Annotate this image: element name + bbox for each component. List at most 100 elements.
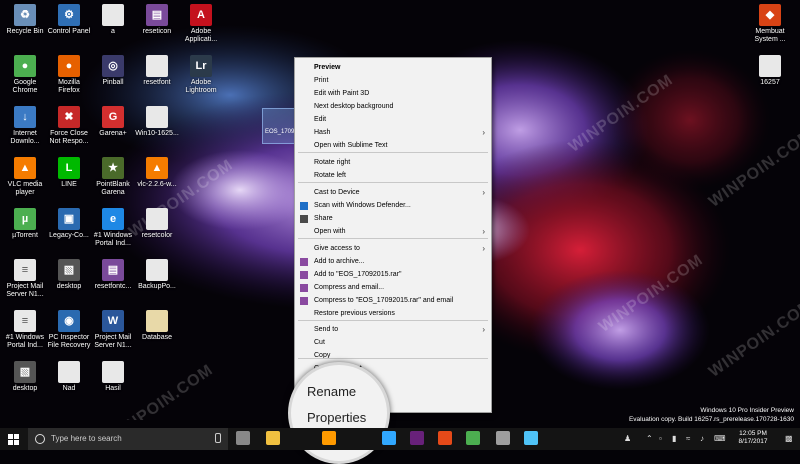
desktop-icon-label: Adobe Lightroom	[185, 79, 217, 94]
desktop-icon[interactable]: ↓ Internet Downlo...	[3, 106, 47, 146]
photoshop-icon[interactable]	[382, 431, 396, 445]
desktop-icon[interactable]: ◉ PC Inspector File Recovery	[47, 310, 91, 350]
desktop-icon[interactable]: ▧ desktop	[3, 361, 47, 393]
menu-item-rename[interactable]: Rename	[307, 384, 356, 399]
desktop-icon-label: Adobe Applicati...	[184, 28, 218, 43]
menu-item-cast-to-device[interactable]: Cast to Device ›	[295, 187, 491, 200]
desktop-icon[interactable]: Nad	[47, 361, 91, 393]
file-icon	[759, 55, 781, 77]
desktop-icon[interactable]: G Garena+	[91, 106, 135, 138]
desktop-icon[interactable]: ◎ Pinball	[91, 55, 135, 87]
visual-studio-icon[interactable]	[410, 431, 424, 445]
menu-item-print[interactable]: Print	[295, 75, 491, 88]
desktop-icon[interactable]: BackupPo...	[135, 259, 179, 291]
recycle-bin-icon: ♻	[14, 4, 36, 26]
people-icon[interactable]: ♟	[624, 434, 631, 443]
taskbar-search-box[interactable]: Type here to search	[28, 428, 228, 450]
desktop-icon[interactable]: ▲ vlc-2.2.6-w...	[135, 157, 179, 189]
menu-item-compress-to-eos-17092015-rar-and-email[interactable]: Compress to "EOS_17092015.rar" and email	[295, 295, 491, 308]
chevron-up-icon[interactable]: ⌃	[646, 434, 653, 443]
menu-item-scan-with-windows-defender[interactable]: Scan with Windows Defender...	[295, 200, 491, 213]
desktop-icon-label: Control Panel	[47, 28, 91, 35]
desktop-icon[interactable]: Hasil	[91, 361, 135, 393]
winrar-icon	[300, 297, 308, 305]
desktop-icon[interactable]: ♻ Recycle Bin	[3, 4, 47, 36]
tray-app-icon[interactable]: ▫	[659, 434, 662, 443]
menu-item-preview[interactable]: Preview	[295, 62, 491, 75]
menu-item-send-to[interactable]: Send to ›	[295, 324, 491, 337]
lightroom-icon: Lr	[190, 55, 212, 77]
taskbar-clock[interactable]: 12:05 PM 8/17/2017	[730, 430, 776, 446]
desktop-icon[interactable]: Lr Adobe Lightroom	[179, 55, 223, 95]
desktop-icon[interactable]: L LINE	[47, 157, 91, 189]
desktop-icon[interactable]: W Project Mail Server N1...	[91, 310, 135, 350]
desktop-icon[interactable]: Win10-1625...	[135, 106, 179, 138]
menu-item-hash[interactable]: Hash ›	[295, 127, 491, 140]
desktop-icon[interactable]: ▤ reseticon	[135, 4, 179, 36]
desktop-icon[interactable]: Database	[135, 310, 179, 342]
desktop-icon[interactable]: ▣ Legacy-Co...	[47, 208, 91, 240]
network-icon[interactable]	[496, 431, 510, 445]
desktop-icon[interactable]: ▤ resetfontc...	[91, 259, 135, 291]
chrome-icon[interactable]	[466, 431, 480, 445]
context-menu: Preview Print Edit with Paint 3D Next deskt…	[294, 57, 492, 413]
desktop-icon-label: Mozilla Firefox	[58, 79, 80, 94]
file-icon	[146, 208, 168, 230]
desktop-icon[interactable]: ≡ Project Mail Server N1...	[3, 259, 47, 299]
firefox-icon: ●	[58, 55, 80, 77]
desktop-icon[interactable]: ● Google Chrome	[3, 55, 47, 95]
menu-item-label: Compress to "EOS_17092015.rar" and email	[314, 297, 454, 304]
keyboard-icon[interactable]: ⌨	[714, 434, 726, 443]
desktop-icon[interactable]: a	[91, 4, 135, 36]
desktop-icon[interactable]: resetcolor	[135, 208, 179, 240]
screenshot-icon[interactable]	[524, 431, 538, 445]
desktop-icon[interactable]: ◆ Membuat System ...	[748, 4, 792, 44]
document-icon: ≡	[14, 259, 36, 281]
menu-item-add-to-archive[interactable]: Add to archive...	[295, 256, 491, 269]
desktop-icon[interactable]: µ µTorrent	[3, 208, 47, 240]
adobe-icon: A	[190, 4, 212, 26]
menu-item-compress-and-email[interactable]: Compress and email...	[295, 282, 491, 295]
menu-item-label: Open with	[314, 228, 346, 235]
desktop-icon[interactable]: ✖ Force Close Not Respo...	[47, 106, 91, 146]
desktop-icon-label: LINE	[61, 181, 77, 188]
menu-item-edit-with-paint-3d[interactable]: Edit with Paint 3D	[295, 88, 491, 101]
menu-item-edit[interactable]: Edit	[295, 114, 491, 127]
desktop-icon[interactable]: ▲ VLC media player	[3, 157, 47, 197]
menu-item-add-to-eos-17092015-rar[interactable]: Add to "EOS_17092015.rar"	[295, 269, 491, 282]
desktop-icon[interactable]: resetfont	[135, 55, 179, 87]
desktop-icon[interactable]: ★ PointBlank Garena	[91, 157, 135, 197]
menu-item-cut[interactable]: Cut	[295, 337, 491, 350]
menu-item-give-access-to[interactable]: Give access to ›	[295, 243, 491, 256]
wifi-icon[interactable]: ≈	[686, 434, 690, 443]
volume-icon[interactable]: ♪	[700, 434, 704, 443]
desktop-icon[interactable]: A Adobe Applicati...	[179, 4, 223, 44]
desktop-icon-label: Pinball	[102, 79, 124, 86]
action-center-icon[interactable]: ▩	[785, 434, 793, 443]
menu-item-copy[interactable]: Copy	[295, 350, 491, 363]
desktop-icon[interactable]: ≡ #1 Windows Portal Ind...	[3, 310, 47, 350]
task-view-icon[interactable]	[236, 431, 250, 445]
illustrator-icon[interactable]	[322, 431, 336, 445]
menu-item-next-desktop-background[interactable]: Next desktop background	[295, 101, 491, 114]
desktop-icon-label: Project Mail Server N1...	[6, 283, 44, 298]
winrar-icon: ▤	[102, 259, 124, 281]
desktop-icon-label: PC Inspector File Recovery	[47, 334, 91, 349]
vlc-icon: ▲	[146, 157, 168, 179]
windows-start-icon[interactable]	[8, 434, 19, 445]
microphone-icon[interactable]	[215, 433, 221, 443]
desktop-icon[interactable]: ● Mozilla Firefox	[47, 55, 91, 95]
menu-item-rotate-right[interactable]: Rotate right	[295, 157, 491, 170]
menu-item-share[interactable]: Share	[295, 213, 491, 226]
power-icon[interactable]	[438, 431, 452, 445]
desktop-icon[interactable]: 16257	[748, 55, 792, 87]
menu-item-properties[interactable]: Properties	[307, 410, 366, 425]
desktop-icon-label: PointBlank Garena	[96, 181, 130, 196]
file-explorer-icon[interactable]	[266, 431, 280, 445]
control-panel-icon: ⚙	[58, 4, 80, 26]
desktop-icon[interactable]: e #1 Windows Portal Ind...	[91, 208, 135, 248]
desktop-icon[interactable]: ▧ desktop	[47, 259, 91, 291]
menu-item-label: Preview	[314, 64, 341, 71]
desktop-icon[interactable]: ⚙ Control Panel	[47, 4, 91, 36]
battery-icon[interactable]: ▮	[672, 434, 676, 443]
